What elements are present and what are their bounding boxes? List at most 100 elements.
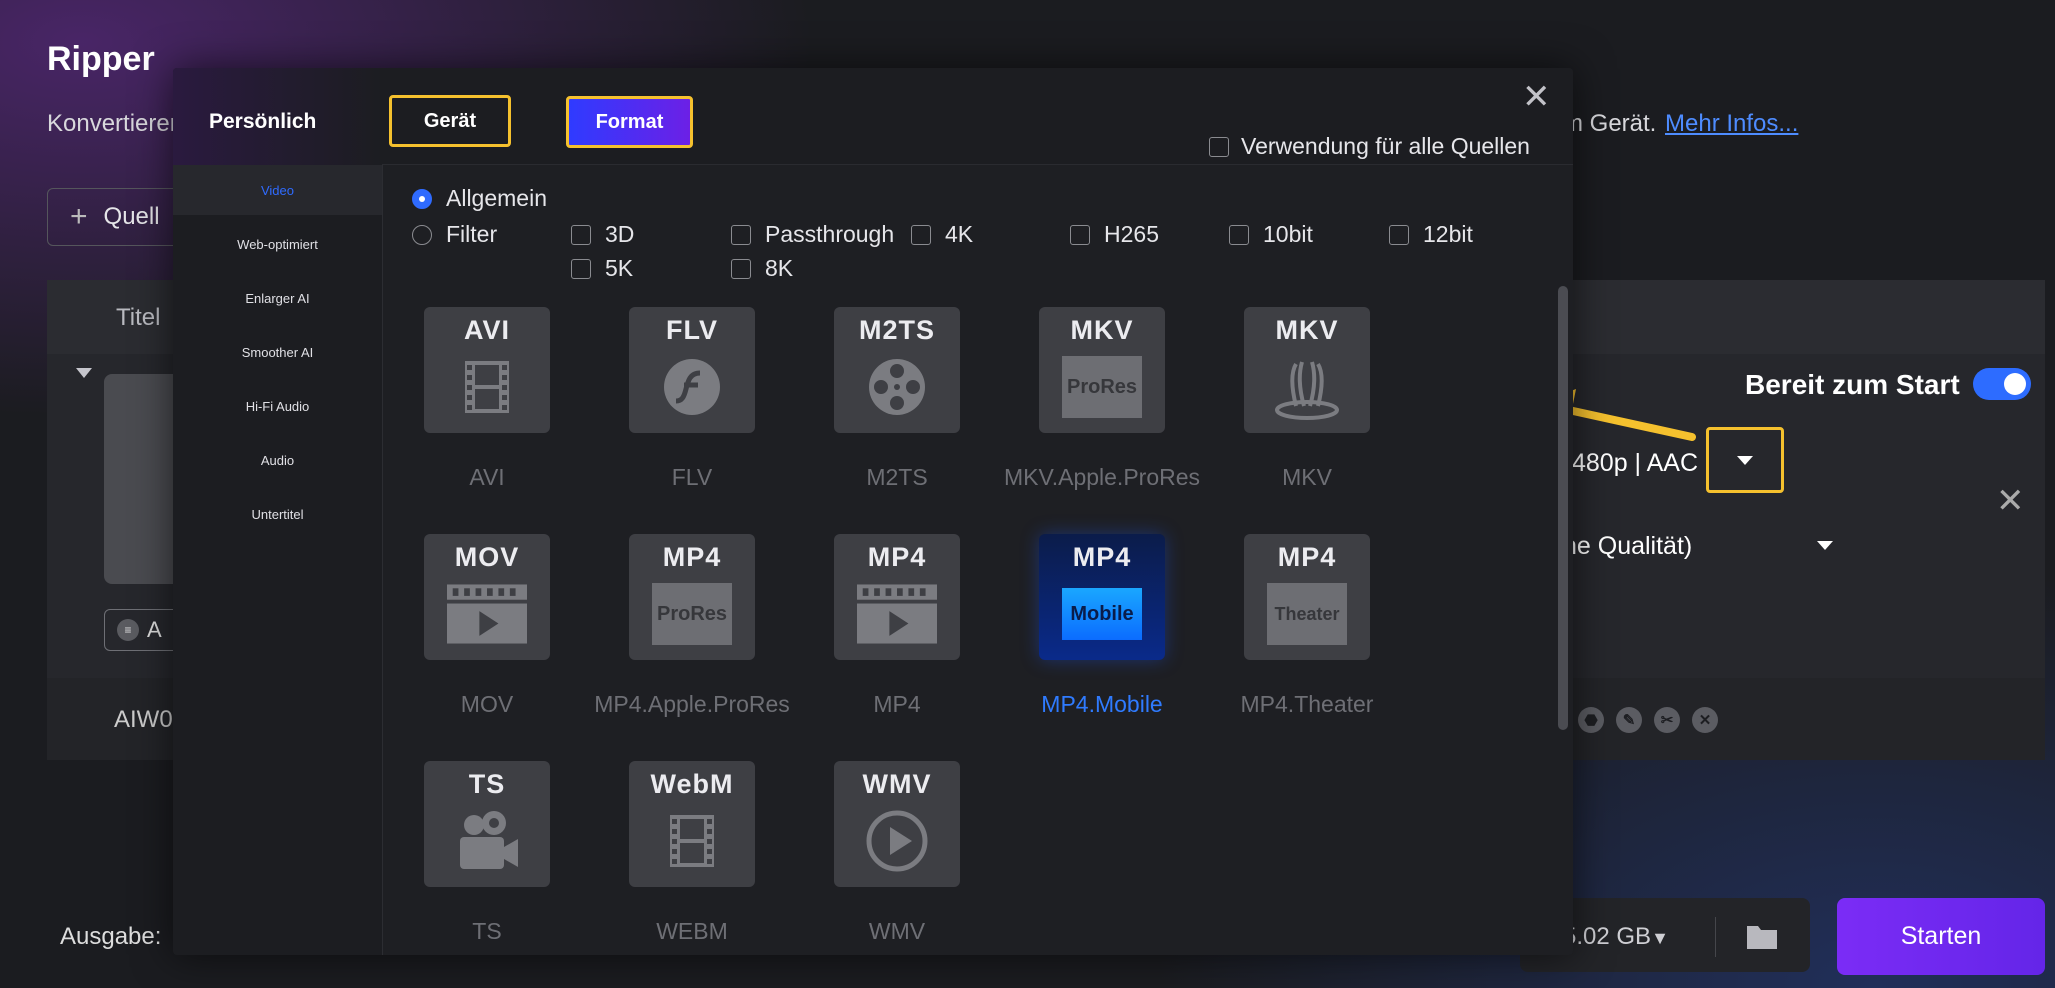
edit-icon[interactable]: ✎ xyxy=(1616,707,1642,733)
more-info-link[interactable]: Mehr Infos... xyxy=(1665,110,1798,138)
prores-badge: ProRes xyxy=(1062,356,1142,418)
format-name: MOV xyxy=(460,691,514,717)
folder-icon[interactable] xyxy=(1745,921,1779,951)
format-name: MKV xyxy=(1282,464,1332,490)
format-name: FLV xyxy=(671,464,713,490)
close-icon[interactable]: ✕ xyxy=(1522,80,1551,114)
format-tag: MP4 xyxy=(1072,542,1132,572)
format-tile-m2ts[interactable]: M2TS xyxy=(834,307,960,433)
play-clapper-icon xyxy=(447,579,527,649)
format-name-selected: MP4.Mobile xyxy=(1041,691,1163,717)
tab-format[interactable]: Format xyxy=(566,96,693,148)
delete-icon[interactable]: ✕ xyxy=(1692,707,1718,733)
matroska-icon xyxy=(1267,352,1347,422)
sidebar-item-subtitles[interactable]: Untertitel xyxy=(173,489,382,539)
filter-4k[interactable]: 4K xyxy=(911,221,973,248)
remove-item-icon[interactable]: ✕ xyxy=(1996,484,2025,518)
apply-to-all-checkbox[interactable]: Verwendung für alle Quellen xyxy=(1209,133,1530,160)
format-tile-mkv[interactable]: MKV xyxy=(1244,307,1370,433)
output-size[interactable]: 5.02 GB▼ xyxy=(1563,923,1669,951)
radio-general-label: Allgemein xyxy=(446,185,547,211)
radio-general[interactable]: Allgemein xyxy=(412,185,547,212)
personal-tab[interactable]: Persönlich xyxy=(209,110,316,134)
sidebar-item-audio[interactable]: Audio xyxy=(173,435,382,485)
filter-label: Passthrough xyxy=(765,221,895,247)
radio-filter-label: Filter xyxy=(446,221,498,247)
page-description-tail: m Gerät. xyxy=(1563,110,1657,137)
sidebar-item-web-optimized[interactable]: Web-optimiert xyxy=(173,219,382,269)
format-tag: TS xyxy=(468,769,506,799)
format-tile-mp4-mobile[interactable]: MP4 Mobile xyxy=(1039,534,1165,660)
sidebar-item-hifi-audio[interactable]: Hi-Fi Audio xyxy=(173,381,382,431)
sidebar-item-enlarger-ai[interactable]: Enlarger AI xyxy=(173,273,382,323)
sidebar-item-smoother-ai[interactable]: Smoother AI xyxy=(173,327,382,377)
format-name: AVI xyxy=(469,464,505,490)
filter-12bit[interactable]: 12bit xyxy=(1389,221,1473,248)
format-tag: M2TS xyxy=(858,315,935,345)
quality-chevron-down-icon[interactable] xyxy=(1817,541,1833,550)
quality-setting: ne Qualität) xyxy=(1563,532,1693,560)
filter-h265[interactable]: H265 xyxy=(1070,221,1159,248)
chevron-down-icon xyxy=(1737,455,1753,465)
format-name: MP4.Theater xyxy=(1240,691,1374,717)
format-tile-avi[interactable]: AVI xyxy=(424,307,550,433)
start-button[interactable]: Starten xyxy=(1837,898,2045,975)
film-strip-icon xyxy=(447,352,527,422)
sidebar-item-video[interactable]: Video xyxy=(173,165,382,215)
format-tag: WebM xyxy=(650,769,734,799)
size-chevron-down-icon: ▼ xyxy=(1651,928,1669,948)
format-name: M2TS xyxy=(866,464,928,490)
format-tile-flv[interactable]: FLV xyxy=(629,307,755,433)
format-tile-mp4[interactable]: MP4 xyxy=(834,534,960,660)
checkbox-icon xyxy=(1389,224,1409,245)
filter-10bit[interactable]: 10bit xyxy=(1229,221,1313,248)
filter-3d[interactable]: 3D xyxy=(571,221,634,248)
format-tile-mp4-theater[interactable]: MP4 Theater xyxy=(1244,534,1370,660)
checkbox-icon xyxy=(1070,224,1090,245)
mobile-badge: Mobile xyxy=(1062,588,1142,640)
file-name: AIW0 xyxy=(114,706,173,733)
format-tag: MP4 xyxy=(867,542,927,572)
filter-5k[interactable]: 5K xyxy=(571,255,633,282)
tab-device[interactable]: Gerät xyxy=(389,95,511,147)
format-dialog: Persönlich Video Web-optimiert Enlarger … xyxy=(173,68,1573,955)
preset-dropdown-button[interactable] xyxy=(1706,427,1784,493)
format-tile-mp4-prores[interactable]: MP4 ProRes xyxy=(629,534,755,660)
format-name: MKV.Apple.ProRes xyxy=(1003,464,1201,490)
dialog-content xyxy=(382,165,1573,955)
checkbox-icon xyxy=(1229,224,1249,245)
format-tile-mov[interactable]: MOV xyxy=(424,534,550,660)
video-thumbnail[interactable] xyxy=(104,374,184,584)
radio-filter[interactable]: Filter xyxy=(412,221,497,248)
format-tile-ts[interactable]: TS xyxy=(424,761,550,887)
format-name: MP4 xyxy=(873,691,921,717)
filter-8k[interactable]: 8K xyxy=(731,255,793,282)
format-tile-wmv[interactable]: WMV xyxy=(834,761,960,887)
play-clapper-icon xyxy=(857,579,937,649)
format-tag: WMV xyxy=(862,769,932,799)
filter-label: 8K xyxy=(765,255,794,281)
ready-to-start-label: Bereit zum Start xyxy=(1745,369,1960,400)
filter-label: H265 xyxy=(1104,221,1159,247)
effect-icon[interactable]: ⬣ xyxy=(1578,707,1604,733)
filter-passthrough[interactable]: Passthrough xyxy=(731,221,894,248)
ready-toggle[interactable] xyxy=(1973,368,2031,400)
divider xyxy=(1715,917,1716,957)
format-tile-webm[interactable]: WebM xyxy=(629,761,755,887)
radio-icon xyxy=(412,224,432,245)
page-title: Ripper xyxy=(47,40,155,78)
format-name: WMV xyxy=(868,918,926,944)
film-reel-icon xyxy=(857,352,937,422)
dialog-sidebar: Video Web-optimiert Enlarger AI Smoother… xyxy=(173,165,382,955)
format-tile-mkv-prores[interactable]: MKV ProRes xyxy=(1039,307,1165,433)
prores-badge: ProRes xyxy=(652,583,732,645)
expand-row-icon[interactable] xyxy=(76,368,92,378)
apply-to-all-label: Verwendung für alle Quellen xyxy=(1241,133,1530,159)
dialog-scrollbar[interactable] xyxy=(1558,286,1568,730)
checkbox-icon xyxy=(571,258,591,279)
camera-icon xyxy=(447,806,527,876)
audio-track-chip[interactable]: ≡ A xyxy=(104,609,184,651)
checkbox-icon xyxy=(571,224,591,245)
checkbox-icon xyxy=(1209,136,1229,157)
cut-icon[interactable]: ✂ xyxy=(1654,707,1680,733)
